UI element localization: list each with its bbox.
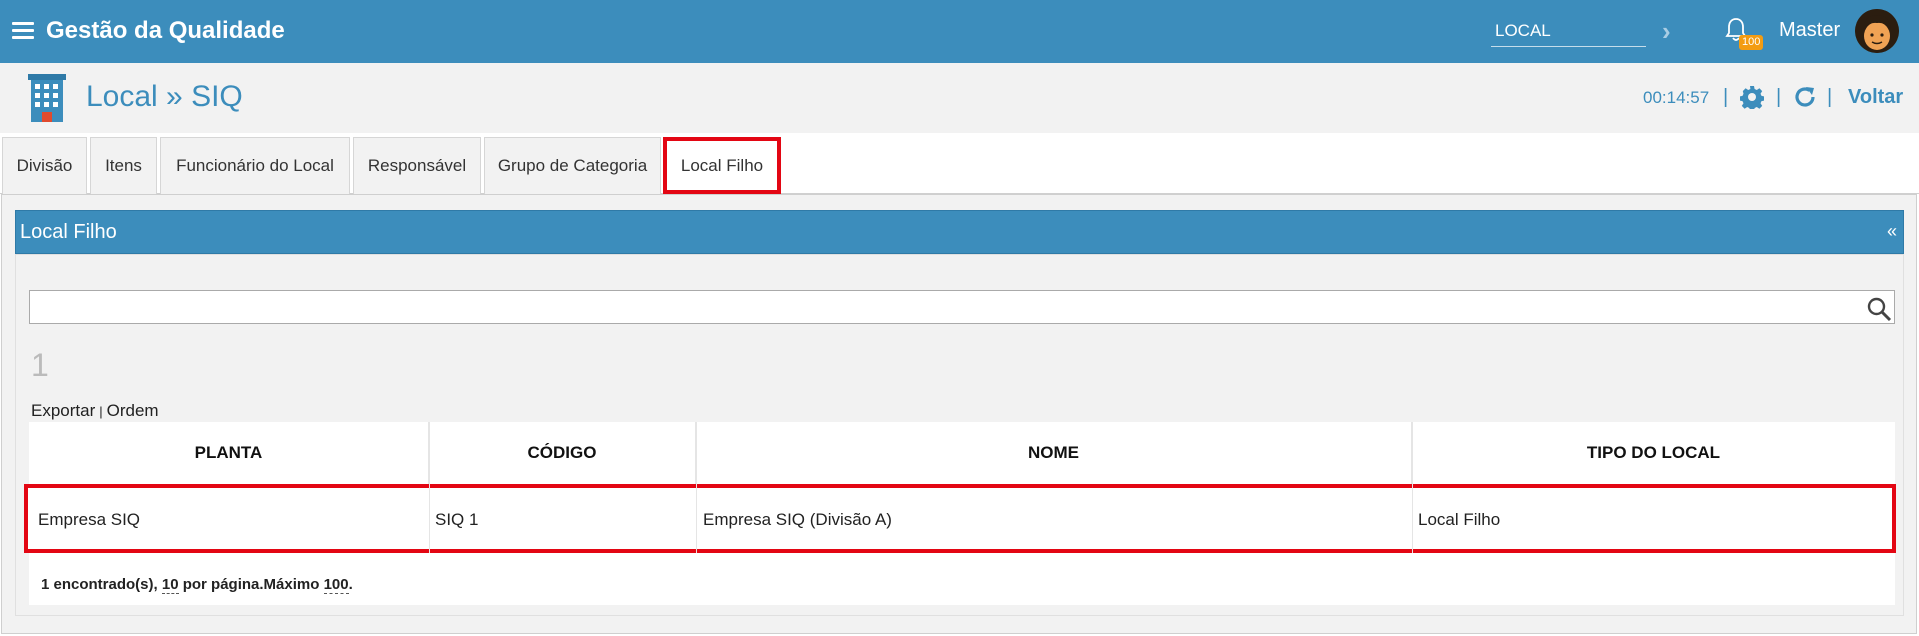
gear-icon[interactable] [1740,85,1764,109]
cell-planta: Empresa SIQ [38,510,141,529]
found-text: 1 encontrado(s), [41,576,158,593]
user-name[interactable]: Master [1779,19,1840,42]
session-timer: 00:14:57 [1643,88,1710,107]
panel-header: Local Filho « [15,210,1904,254]
tab-divisao[interactable]: Divisão [2,137,87,194]
column-divider [429,422,430,553]
pagination-info: 1 encontrado(s), 10 por página.Máximo 10… [41,576,353,594]
column-header-tipo-do-local[interactable]: TIPO DO LOCAL [1412,422,1895,484]
column-header-planta[interactable]: PLANTA [29,422,429,484]
actions-separator: | [99,404,103,419]
column-divider [696,422,697,553]
tab-funcionario-do-local[interactable]: Funcionário do Local [160,137,350,194]
building-icon [28,74,66,122]
table-row[interactable] [24,484,1896,553]
refresh-icon[interactable] [1793,85,1817,109]
back-link[interactable]: Voltar [1848,86,1903,109]
tab-itens[interactable]: Itens [90,137,157,194]
search-icon[interactable] [1866,296,1892,322]
table-actions: Exportar | Ordem [31,401,159,421]
cell-codigo: SIQ 1 [435,510,479,529]
divider: | [1827,86,1833,108]
column-header-codigo[interactable]: CÓDIGO [429,422,696,484]
panel-title: Local Filho [20,221,117,243]
app-title: Gestão da Qualidade [46,17,285,44]
search-input[interactable] [29,290,1895,324]
divider: | [1723,86,1729,108]
per-page-selector[interactable]: 10 [161,576,179,594]
result-count: 1 [31,347,49,383]
cell-nome: Empresa SIQ (Divisão A) [703,510,892,529]
divider: | [1776,86,1782,108]
avatar[interactable] [1855,9,1899,53]
export-link[interactable]: Exportar [31,401,95,420]
menu-icon[interactable] [12,22,34,40]
column-divider [1412,422,1413,553]
order-link[interactable]: Ordem [107,401,159,420]
notification-badge: 100 [1739,35,1764,50]
location-input[interactable] [1491,15,1646,47]
collapse-icon[interactable]: « [1887,221,1897,242]
page-title: Local » SIQ [86,80,243,113]
tab-grupo-de-categoria[interactable]: Grupo de Categoria [484,137,661,194]
cell-tipo-do-local: Local Filho [1418,510,1501,529]
per-page-text: por página.Máximo [182,576,320,593]
tab-local-filho[interactable]: Local Filho [663,137,781,194]
chevron-right-icon[interactable]: › [1662,16,1671,47]
column-header-nome[interactable]: NOME [696,422,1412,484]
max-selector[interactable]: 100 [323,576,349,594]
page-header [0,63,1919,133]
pagination-end: . [348,576,353,593]
top-bar: Gestão da Qualidade › 100 Master [0,0,1919,63]
tab-responsavel[interactable]: Responsável [353,137,481,194]
